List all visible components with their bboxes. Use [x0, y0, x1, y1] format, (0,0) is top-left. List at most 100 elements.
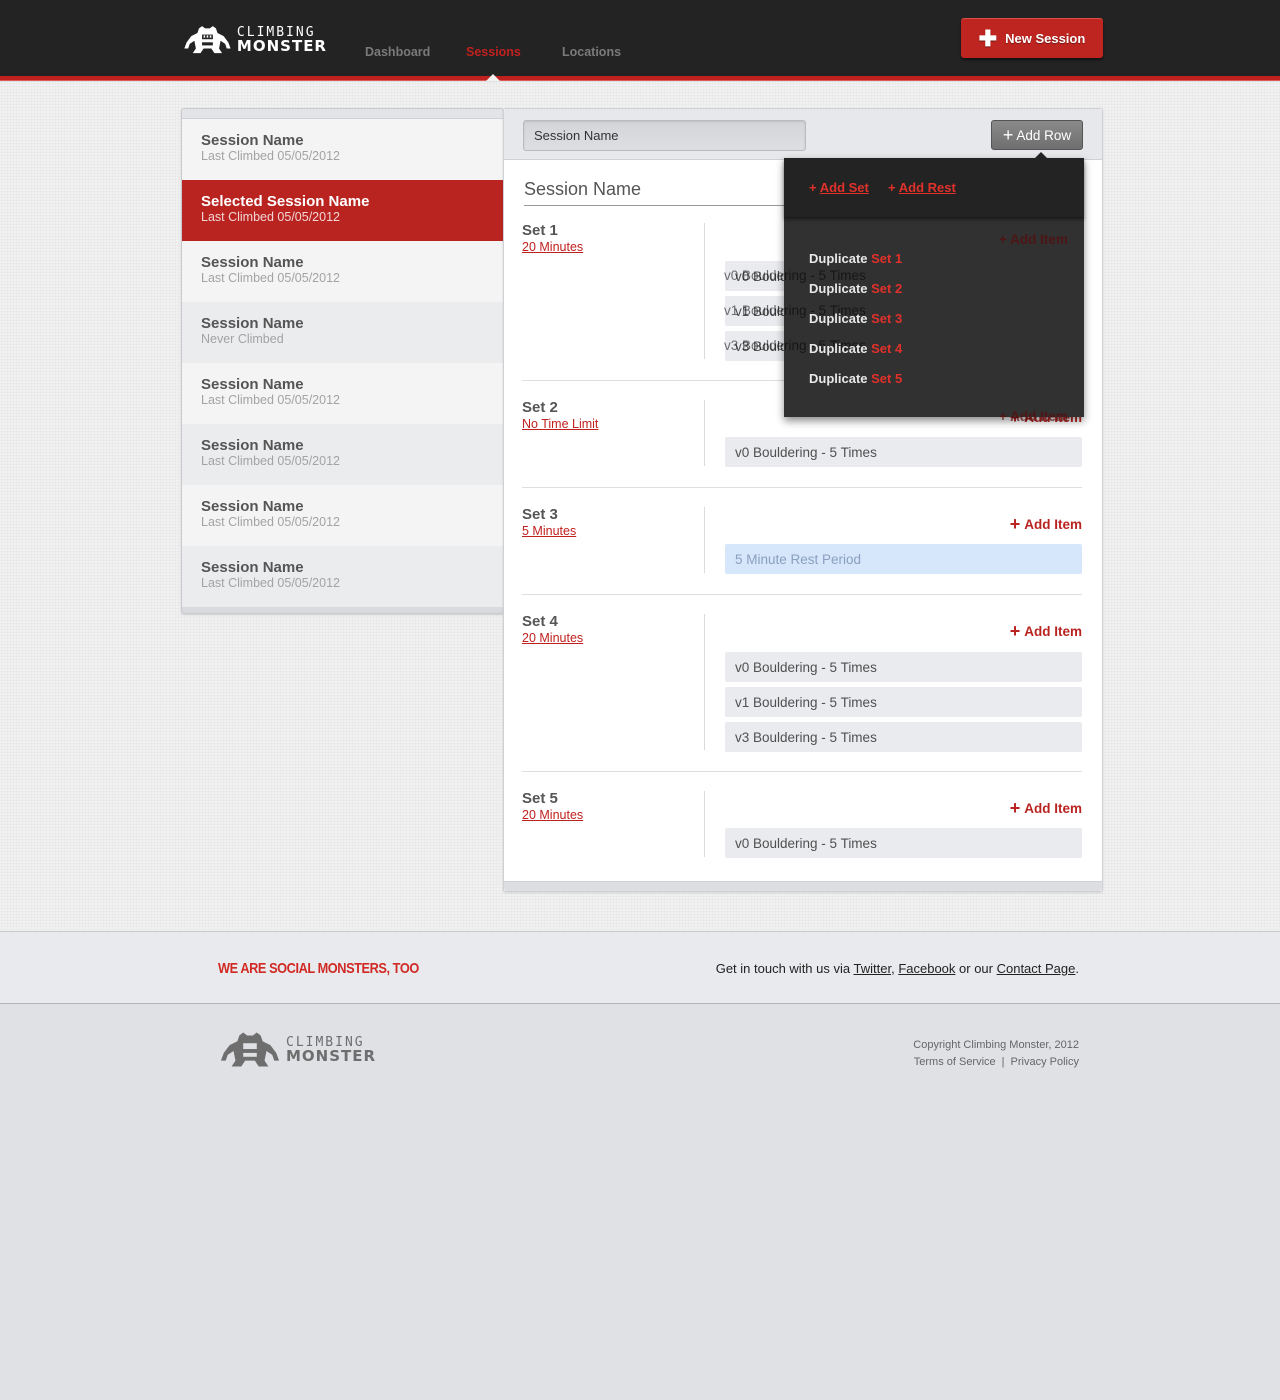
session-list-item-selected[interactable]: Selected Session Name Last Climbed 05/05…: [182, 180, 503, 241]
add-row-dropdown: + Add Set + Add Rest + Add Item v0 Bould…: [724, 158, 1084, 424]
session-name: Session Name: [201, 315, 304, 332]
session-list-header: [182, 109, 503, 119]
add-set-link[interactable]: + Add Set: [809, 180, 869, 195]
session-title: Session Name: [524, 179, 824, 206]
session-name: Session Name: [201, 254, 304, 271]
session-list-item[interactable]: Session Name Last Climbed 05/05/2012: [182, 241, 503, 302]
duplicate-set-4[interactable]: Duplicate Set 4: [809, 341, 902, 356]
session-last-climbed: Last Climbed 05/05/2012: [201, 454, 340, 468]
social-footer: WE ARE SOCIAL MONSTERS, TOO Get in touch…: [0, 931, 1280, 1004]
footer-logo[interactable]: CLIMBING MONSTER: [218, 1030, 376, 1070]
logo-wordmark: CLIMBING MONSTER: [236, 25, 327, 55]
add-item-button[interactable]: + Add Item: [1010, 622, 1082, 640]
set-separator: [522, 487, 1082, 488]
editor-panel-footer: [504, 881, 1102, 891]
session-name: Session Name: [201, 376, 304, 393]
set-name: Set 4: [522, 613, 558, 630]
session-name: Session Name: [201, 132, 304, 149]
plus-icon: +: [1009, 514, 1021, 534]
set-name: Set 3: [522, 506, 558, 523]
set-duration-link[interactable]: 5 Minutes: [522, 523, 1082, 539]
active-nav-indicator: [486, 74, 500, 81]
plus-icon: +: [1009, 621, 1021, 641]
duplicate-set-5[interactable]: Duplicate Set 5: [809, 371, 902, 386]
set-divider: [704, 791, 705, 857]
set-block: Set 4 20 Minutes + Add Item v0 Boulderin…: [522, 613, 1082, 752]
duplicate-set-2[interactable]: Duplicate Set 2: [809, 281, 902, 296]
underlying-add-item-ghost: + Add Item: [999, 232, 1068, 247]
link-divider: |: [1001, 1056, 1005, 1068]
monster-logo-icon: [184, 26, 231, 54]
set-separator: [522, 771, 1082, 772]
set-name: Set 5: [522, 790, 558, 807]
terms-of-service-link[interactable]: Terms of Service: [914, 1056, 996, 1068]
set-divider: [704, 400, 705, 466]
duplicate-set-1[interactable]: Duplicate Set 1: [809, 251, 902, 266]
rest-item[interactable]: 5 Minute Rest Period: [725, 544, 1082, 574]
session-last-climbed: Last Climbed 05/05/2012: [201, 515, 340, 529]
set-item[interactable]: v0 Bouldering - 5 Times: [725, 652, 1082, 682]
copyright-block: Copyright Climbing Monster, 2012 Terms o…: [913, 1037, 1079, 1071]
nav-sessions[interactable]: Sessions: [466, 45, 521, 59]
session-last-climbed: Last Climbed 05/05/2012: [201, 149, 340, 163]
session-last-climbed: Last Climbed 05/05/2012: [201, 576, 340, 590]
set-divider: [704, 614, 705, 750]
twitter-link[interactable]: Twitter: [853, 961, 891, 976]
contact-text: Get in touch with us via Twitter, Facebo…: [715, 961, 1079, 976]
session-list-item[interactable]: Session Name Last Climbed 05/05/2012: [182, 363, 503, 424]
session-name: Selected Session Name: [201, 193, 370, 210]
add-rest-link[interactable]: + Add Rest: [888, 180, 956, 195]
set-duration-link[interactable]: 20 Minutes: [522, 807, 1082, 823]
editor-toolbar: + Add Row: [504, 109, 1102, 160]
logo-wordmark: CLIMBING MONSTER: [286, 1035, 377, 1065]
nav-dashboard[interactable]: Dashboard: [365, 45, 430, 59]
new-session-button[interactable]: ✚ New Session: [961, 18, 1103, 58]
session-list: Session Name Last Climbed 05/05/2012 Sel…: [181, 108, 504, 614]
session-name: Session Name: [201, 559, 304, 576]
session-last-climbed: Never Climbed: [201, 332, 284, 346]
privacy-policy-link[interactable]: Privacy Policy: [1011, 1056, 1079, 1068]
set-item[interactable]: v3 Bouldering - 5 Times: [725, 722, 1082, 752]
climbing-monster-logo[interactable]: CLIMBING MONSTER: [182, 20, 327, 60]
plus-icon: ✚: [978, 25, 998, 51]
contact-page-link[interactable]: Contact Page: [997, 961, 1076, 976]
session-list-item[interactable]: Session Name Last Climbed 05/05/2012: [182, 485, 503, 546]
session-list-item[interactable]: Session Name Last Climbed 05/05/2012: [182, 424, 503, 485]
social-heading: WE ARE SOCIAL MONSTERS, TOO: [218, 960, 419, 977]
session-list-item[interactable]: Session Name Last Climbed 05/05/2012: [182, 546, 503, 607]
footer-bottom: [0, 1005, 1280, 1400]
set-separator: [522, 594, 1082, 595]
add-item-button[interactable]: + Add Item: [1010, 515, 1082, 533]
plus-icon: +: [1009, 798, 1021, 818]
session-last-climbed: Last Climbed 05/05/2012: [201, 271, 340, 285]
session-name-input[interactable]: [523, 120, 806, 151]
session-last-climbed: Last Climbed 05/05/2012: [201, 210, 340, 224]
set-item[interactable]: v1 Bouldering - 5 Times: [725, 687, 1082, 717]
session-name: Session Name: [201, 437, 304, 454]
session-list-item[interactable]: Session Name Last Climbed 05/05/2012: [182, 119, 503, 180]
session-list-item[interactable]: Session Name Never Climbed: [182, 302, 503, 363]
session-name: Session Name: [201, 498, 304, 515]
set-item[interactable]: v0 Bouldering - 5 Times: [725, 828, 1082, 858]
add-item-button[interactable]: + Add Item: [1010, 799, 1082, 817]
copyright-text: Copyright Climbing Monster, 2012: [913, 1039, 1079, 1051]
set-item[interactable]: v0 Bouldering - 5 Times: [725, 437, 1082, 467]
monster-logo-icon: [220, 1032, 280, 1067]
set-block: Set 3 5 Minutes + Add Item 5 Minute Rest…: [522, 506, 1082, 574]
set-block: Set 5 20 Minutes + Add Item v0 Boulderin…: [522, 790, 1082, 858]
nav-locations[interactable]: Locations: [562, 45, 621, 59]
set-divider: [704, 507, 705, 573]
duplicate-set-3[interactable]: Duplicate Set 3: [809, 311, 902, 326]
facebook-link[interactable]: Facebook: [898, 961, 955, 976]
add-row-button[interactable]: + Add Row: [991, 120, 1083, 150]
set-divider: [704, 223, 705, 359]
underlying-add-item-ghost: + Add Item: [999, 409, 1068, 424]
session-last-climbed: Last Climbed 05/05/2012: [201, 393, 340, 407]
add-row-label: Add Row: [1016, 127, 1072, 143]
new-session-label: New Session: [1005, 31, 1086, 46]
header-accent-line: [0, 76, 1280, 81]
set-duration-link[interactable]: No Time Limit: [522, 416, 1082, 432]
set-duration-link[interactable]: 20 Minutes: [522, 630, 1082, 646]
plus-icon: +: [1002, 125, 1014, 145]
dropdown-pointer: [1035, 152, 1047, 158]
